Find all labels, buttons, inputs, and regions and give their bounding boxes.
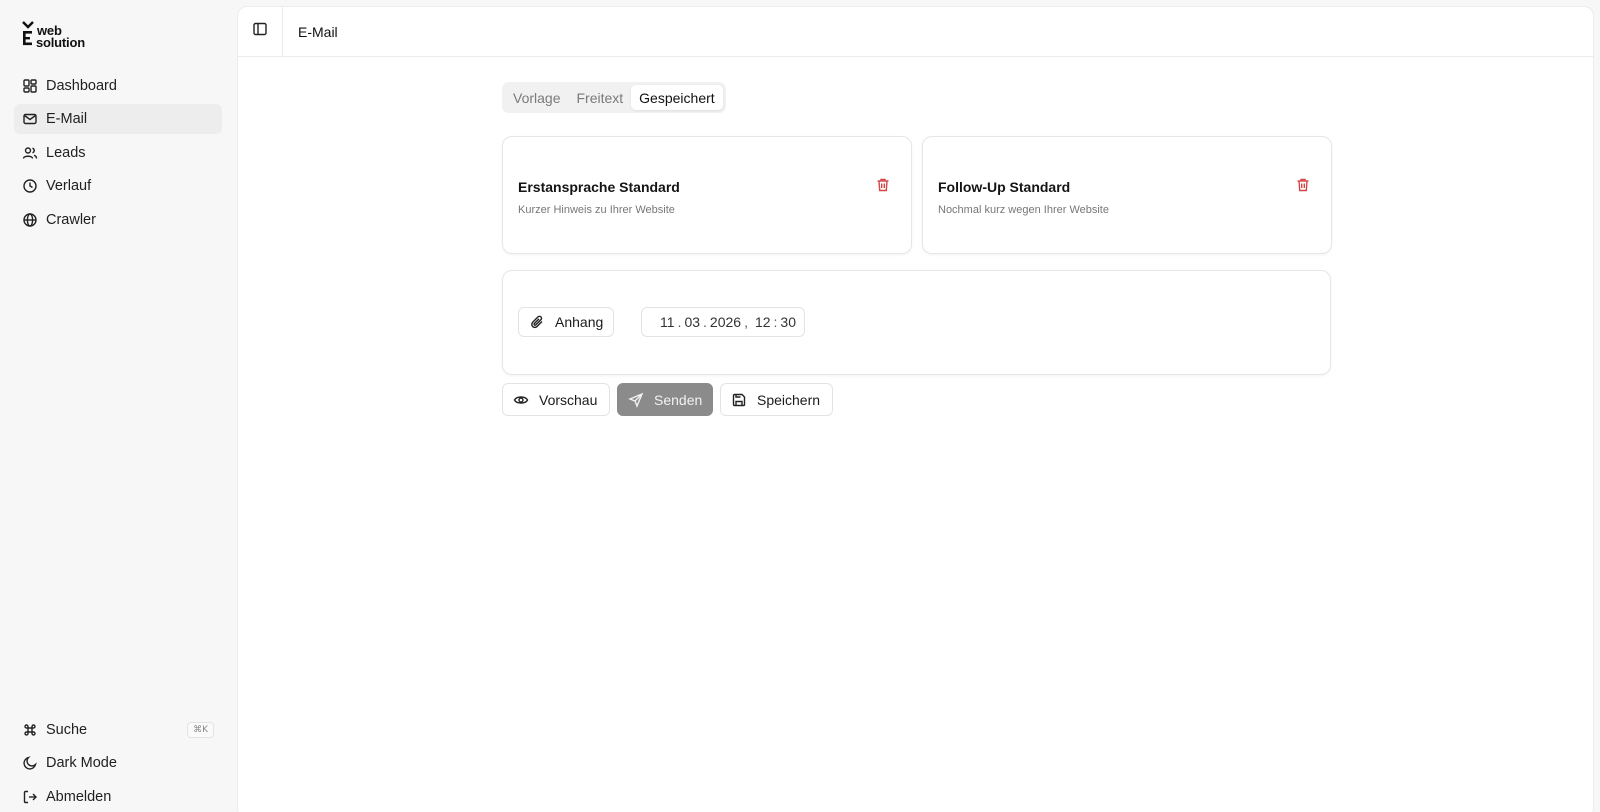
send-icon — [628, 392, 644, 408]
time-hour[interactable]: 12 — [753, 314, 773, 330]
compose-options-card: Anhang 11 . 03 . 2026 , 12 : 30 — [502, 270, 1331, 375]
attachment-label: Anhang — [555, 314, 604, 330]
attachment-button[interactable]: Anhang — [518, 307, 615, 337]
template-subject: Nochmal kurz wegen Ihrer Website — [938, 204, 1109, 216]
schedule-datetime-input[interactable]: 11 . 03 . 2026 , 12 : 30 — [641, 307, 805, 337]
sidebar-item-logout[interactable]: Abmelden — [14, 782, 222, 812]
mail-icon — [22, 111, 38, 127]
send-button[interactable]: Senden — [617, 383, 713, 416]
sidebar-bottom: Suche ⌘K Dark Mode Abmelden — [14, 715, 222, 812]
saved-template-card[interactable]: Follow-Up Standard Nochmal kurz wegen Ih… — [922, 136, 1332, 254]
users-icon — [22, 145, 38, 161]
save-icon — [731, 392, 747, 408]
delete-template-button[interactable] — [873, 177, 893, 197]
sidebar-item-label: Verlauf — [46, 178, 92, 195]
shortcut-badge: ⌘K — [187, 722, 214, 738]
main-panel: E-Mail Vorlage Freitext Gespeichert Erst… — [237, 6, 1594, 812]
sidebar-item-dark-mode[interactable]: Dark Mode — [14, 748, 222, 778]
delete-template-button[interactable] — [1293, 177, 1313, 197]
template-subject: Kurzer Hinweis zu Ihrer Website — [518, 204, 675, 216]
preview-button[interactable]: Vorschau — [502, 383, 610, 416]
date-day[interactable]: 11 — [658, 314, 677, 330]
saved-template-card[interactable]: Erstansprache Standard Kurzer Hinweis zu… — [502, 136, 912, 254]
page-title: E-Mail — [298, 23, 338, 40]
mode-tabs: Vorlage Freitext Gespeichert — [502, 82, 726, 113]
template-title: Follow-Up Standard — [938, 179, 1071, 195]
sidebar-item-leads[interactable]: Leads — [14, 138, 222, 168]
sidebar-item-label: Leads — [46, 144, 86, 161]
sidebar: web solution Dashboard E-Mail Leads Verl… — [0, 0, 236, 812]
sidebar-nav: Dashboard E-Mail Leads Verlauf Crawler — [14, 71, 222, 238]
tab-gespeichert[interactable]: Gespeichert — [631, 85, 723, 110]
sidebar-item-label: Dark Mode — [46, 755, 117, 772]
logout-icon — [22, 789, 38, 805]
sidebar-item-label: Suche — [46, 722, 88, 738]
date-month[interactable]: 03 — [682, 314, 702, 330]
sidebar-item-verlauf[interactable]: Verlauf — [14, 171, 222, 201]
send-label: Senden — [654, 391, 703, 408]
sidebar-item-dashboard[interactable]: Dashboard — [14, 71, 222, 101]
trash-icon — [1295, 177, 1311, 198]
command-icon — [22, 722, 38, 738]
dashboard-icon — [22, 78, 38, 94]
clock-icon — [22, 178, 38, 194]
sidebar-item-crawler[interactable]: Crawler — [14, 205, 222, 235]
sidebar-item-label: Crawler — [46, 211, 96, 228]
logo-mark-icon — [22, 21, 34, 46]
save-button[interactable]: Speichern — [720, 383, 833, 416]
sidebar-item-search[interactable]: Suche ⌘K — [14, 715, 222, 745]
trash-icon — [875, 177, 891, 198]
logo[interactable]: web solution — [22, 20, 112, 50]
tab-freitext[interactable]: Freitext — [568, 85, 631, 110]
date-year[interactable]: 2026 — [708, 314, 743, 330]
sidebar-item-label: Dashboard — [46, 78, 117, 94]
sidebar-item-email[interactable]: E-Mail — [14, 104, 222, 135]
logo-text-solution: solution — [36, 35, 85, 50]
template-title: Erstansprache Standard — [518, 179, 680, 195]
save-label: Speichern — [757, 391, 821, 408]
panel-left-icon — [252, 21, 268, 42]
tab-vorlage[interactable]: Vorlage — [505, 85, 568, 110]
globe-icon — [22, 212, 38, 228]
preview-label: Vorschau — [539, 391, 598, 408]
sidebar-toggle-button[interactable] — [238, 6, 283, 57]
sidebar-item-label: Abmelden — [46, 788, 112, 805]
time-minute[interactable]: 30 — [778, 314, 798, 330]
eye-icon — [513, 392, 529, 408]
paperclip-icon — [529, 314, 545, 330]
top-bar: E-Mail — [238, 6, 1593, 57]
sidebar-item-label: E-Mail — [46, 111, 88, 128]
moon-icon — [22, 755, 38, 771]
